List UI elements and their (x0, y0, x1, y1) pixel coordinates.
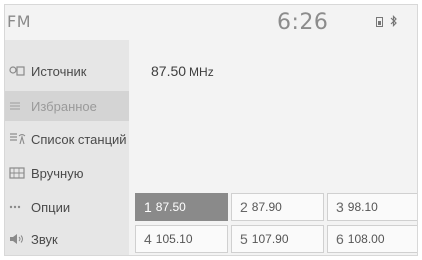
battery-icon (376, 17, 383, 27)
sidebar-item-label: Звук (31, 231, 58, 247)
clock: 6:26 (277, 10, 329, 35)
preset-button-3[interactable]: 3 98.10 (327, 193, 417, 221)
current-frequency: 87.50 MHz (151, 63, 214, 79)
preset-button-5[interactable]: 5 107.90 (231, 225, 324, 253)
sidebar-item-options[interactable]: Опции (5, 192, 129, 222)
preset-button-4[interactable]: 4 105.10 (135, 225, 228, 253)
preset-frequency: 105.10 (155, 232, 193, 246)
preset-frequency: 87.50 (155, 200, 186, 214)
sidebar-item-label: Список станций (31, 131, 127, 147)
preset-button-6[interactable]: 6 108.00 (327, 225, 417, 253)
preset-frequency: 98.10 (347, 200, 378, 214)
frequency-unit: MHz (189, 65, 214, 79)
sidebar-item-sound[interactable]: Звук (5, 224, 129, 254)
more-options-icon (9, 204, 29, 210)
preset-frequency: 87.90 (251, 200, 282, 214)
bluetooth-icon (390, 15, 398, 30)
sidebar-item-label: Опции (31, 199, 71, 215)
preset-number: 5 (240, 231, 248, 247)
manual-tune-icon (9, 167, 29, 179)
sidebar-item-label: Избранное (31, 98, 97, 114)
preset-number: 3 (336, 199, 344, 215)
source-title: FM (7, 12, 32, 31)
preset-frequency: 108.00 (347, 232, 385, 246)
speaker-icon (9, 233, 29, 245)
favorites-icon (9, 101, 29, 111)
audio-screen: FM 6:26 Источник Избранное Список станци… (4, 4, 418, 256)
preset-number: 1 (144, 199, 152, 215)
sidebar-item-label: Вручную (31, 165, 84, 181)
header-bar: FM 6:26 (5, 5, 417, 41)
sidebar-item-source[interactable]: Источник (5, 56, 129, 86)
sidebar-item-favorites[interactable]: Избранное (5, 91, 129, 121)
preset-frequency: 107.90 (251, 232, 289, 246)
sidebar-item-station-list[interactable]: Список станций (5, 124, 129, 154)
preset-number: 4 (144, 231, 152, 247)
sidebar-item-manual[interactable]: Вручную (5, 158, 129, 188)
preset-button-1[interactable]: 1 87.50 (135, 193, 228, 221)
preset-number: 6 (336, 231, 344, 247)
preset-button-2[interactable]: 2 87.90 (231, 193, 324, 221)
source-icon (9, 65, 29, 77)
station-list-icon (9, 132, 29, 146)
preset-number: 2 (240, 199, 248, 215)
sidebar-menu: Источник Избранное Список станций Вручну… (5, 40, 129, 255)
sidebar-item-label: Источник (31, 63, 87, 79)
frequency-value: 87.50 (151, 63, 187, 79)
